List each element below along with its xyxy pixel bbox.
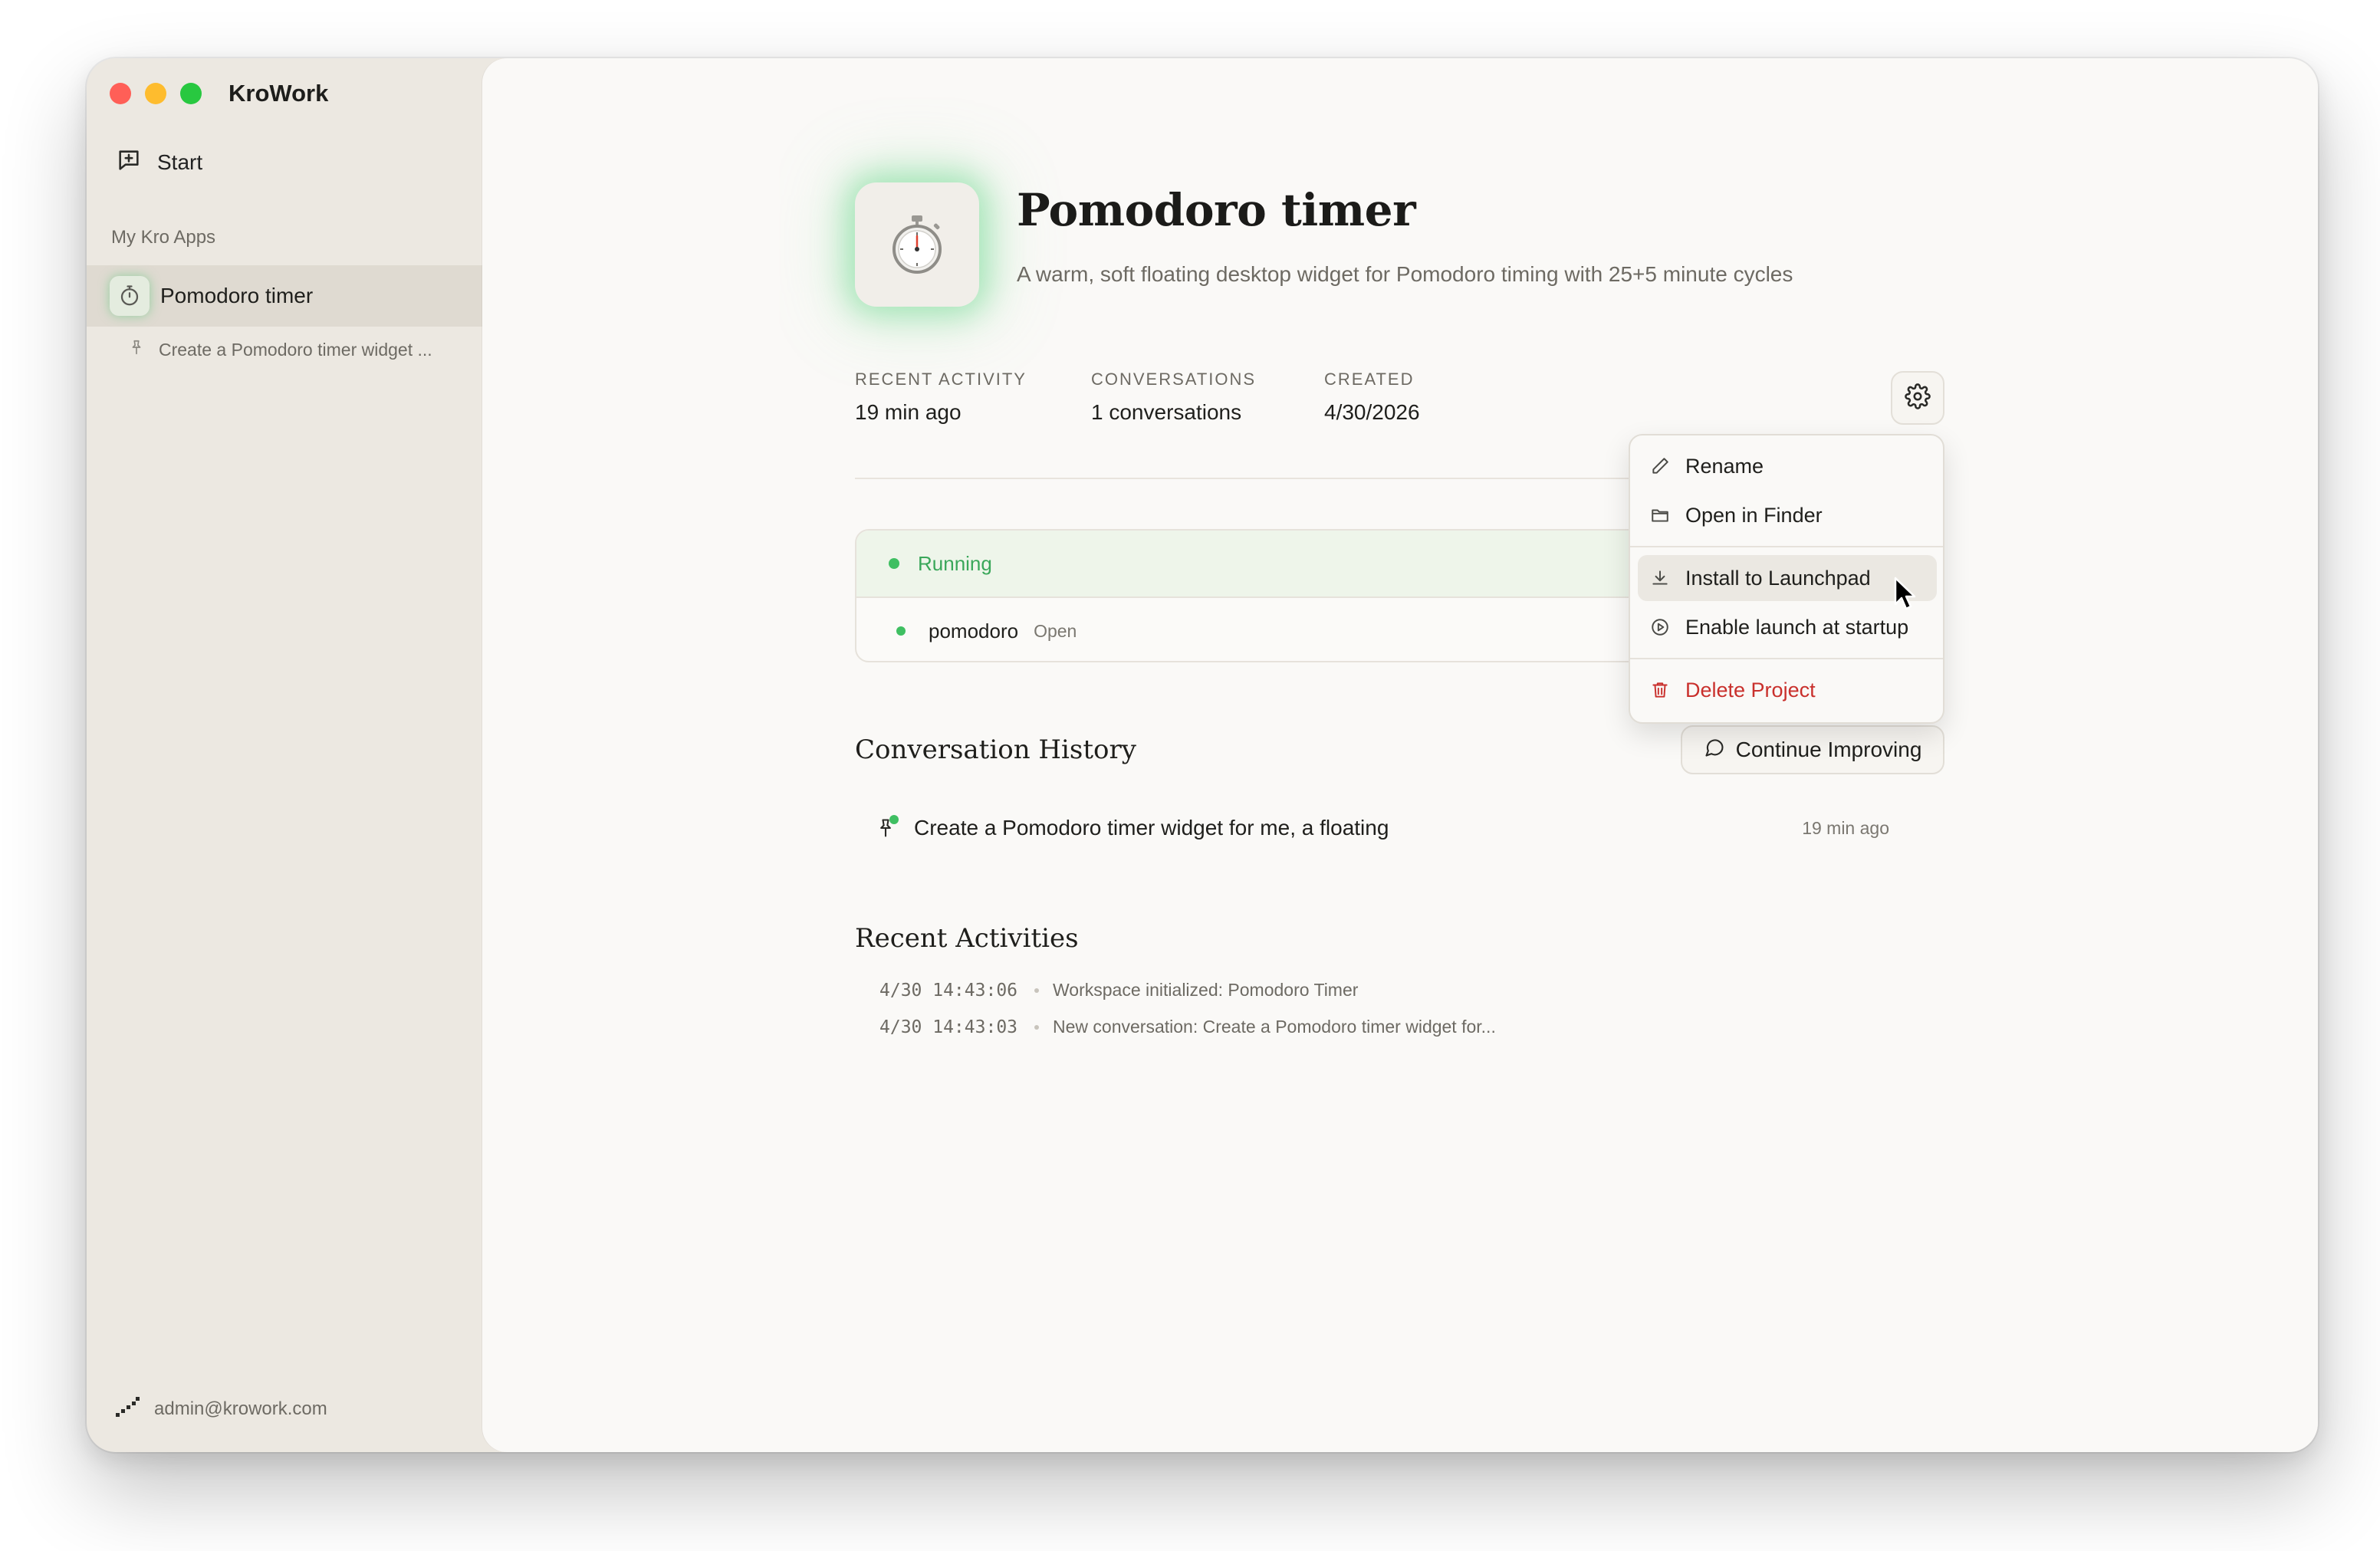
app-title: KroWork (228, 80, 329, 107)
mouse-cursor-icon (1894, 577, 1920, 616)
signal-icon (114, 1395, 140, 1423)
pin-icon (128, 339, 145, 360)
status-dot (889, 558, 899, 569)
project-description: A warm, soft floating desktop widget for… (1017, 262, 1793, 286)
menu-item-label: Enable launch at startup (1685, 615, 1909, 639)
menu-item-delete-project[interactable]: Delete Project (1638, 667, 1937, 713)
continue-improving-label: Continue Improving (1735, 738, 1922, 761)
activity-timestamp: 4/30 14:43:03 (879, 1017, 1018, 1037)
settings-button[interactable] (1891, 371, 1944, 425)
sidebar-conversation-item[interactable]: Create a Pomodoro timer widget ... (128, 339, 432, 360)
menu-item-label: Install to Launchpad (1685, 566, 1871, 590)
menu-separator (1630, 658, 1943, 659)
start-label: Start (157, 150, 203, 174)
separator-dot (1034, 987, 1040, 993)
stat-created: CREATED 4/30/2026 (1324, 370, 1420, 425)
stat-value: 19 min ago (855, 400, 962, 424)
pin-icon (873, 815, 899, 841)
menu-item-label: Open in Finder (1685, 503, 1823, 527)
trash-icon (1649, 680, 1672, 700)
user-account[interactable]: admin@krowork.com (114, 1395, 327, 1423)
my-apps-heading: My Kro Apps (111, 227, 216, 248)
conversation-time: 19 min ago (1802, 817, 1889, 838)
menu-item-open-in-finder[interactable]: Open in Finder (1638, 492, 1937, 538)
pencil-icon (1649, 456, 1672, 476)
sidebar-item-pomodoro-timer[interactable]: Pomodoro timer (87, 265, 482, 327)
stat-label: CONVERSATIONS (1091, 370, 1257, 389)
menu-item-enable-launch-at-startup[interactable]: Enable launch at startup (1638, 604, 1937, 650)
stat-label: CREATED (1324, 370, 1415, 389)
conversation-title: Create a Pomodoro timer widget for me, a… (914, 816, 1389, 840)
project-title: Pomodoro timer (1017, 184, 1416, 236)
zoom-window-button[interactable] (180, 83, 202, 104)
sidebar-conversation-label: Create a Pomodoro timer widget ... (159, 339, 432, 360)
conversation-item[interactable]: Create a Pomodoro timer widget for me, a… (873, 810, 1889, 846)
play-circle-icon (1649, 617, 1672, 637)
close-window-button[interactable] (110, 83, 131, 104)
sidebar: KroWork Start My Kro Apps Pomodoro timer (87, 58, 482, 1452)
activity-timestamp: 4/30 14:43:06 (879, 980, 1018, 1001)
stat-conversations: CONVERSATIONS 1 conversations (1091, 370, 1256, 425)
download-icon (1649, 568, 1672, 588)
running-status-label: Running (918, 551, 992, 575)
activity-text: New conversation: Create a Pomodoro time… (1053, 1017, 1496, 1037)
stat-value: 1 conversations (1091, 400, 1242, 424)
stat-recent-activity: RECENT ACTIVITY 19 min ago (855, 370, 1027, 425)
start-button[interactable]: Start (116, 147, 202, 177)
activity-item: 4/30 14:43:06 Workspace initialized: Pom… (879, 980, 1358, 1001)
window-controls (110, 83, 202, 104)
conversation-history-heading: Conversation History (855, 734, 1136, 765)
process-open-link[interactable]: Open (1034, 621, 1077, 642)
gear-icon (1905, 383, 1931, 413)
process-name: pomodoro (929, 619, 1019, 642)
menu-separator (1630, 546, 1943, 547)
process-status-dot (896, 626, 906, 636)
menu-item-install-to-launchpad[interactable]: Install to Launchpad (1638, 555, 1937, 601)
recent-activities-heading: Recent Activities (855, 923, 1079, 954)
stat-value: 4/30/2026 (1324, 400, 1420, 424)
sidebar-item-label: Pomodoro timer (160, 284, 314, 307)
activity-text: Workspace initialized: Pomodoro Timer (1053, 980, 1359, 1000)
separator-dot (1034, 1024, 1040, 1030)
stopwatch-icon (110, 276, 150, 316)
stat-label: RECENT ACTIVITY (855, 370, 1027, 389)
minimize-window-button[interactable] (145, 83, 166, 104)
menu-item-label: Delete Project (1685, 678, 1816, 702)
menu-item-rename[interactable]: Rename (1638, 443, 1937, 489)
app-icon (855, 182, 979, 307)
user-email: admin@krowork.com (154, 1398, 327, 1419)
active-indicator (889, 815, 899, 824)
folder-icon (1649, 505, 1672, 525)
activity-item: 4/30 14:43:03 New conversation: Create a… (879, 1017, 1496, 1037)
chat-bubble-icon (1704, 737, 1725, 764)
stopwatch-icon (893, 215, 942, 274)
new-chat-icon (116, 147, 142, 177)
continue-improving-button[interactable]: Continue Improving (1681, 725, 1944, 774)
menu-item-label: Rename (1685, 454, 1764, 478)
